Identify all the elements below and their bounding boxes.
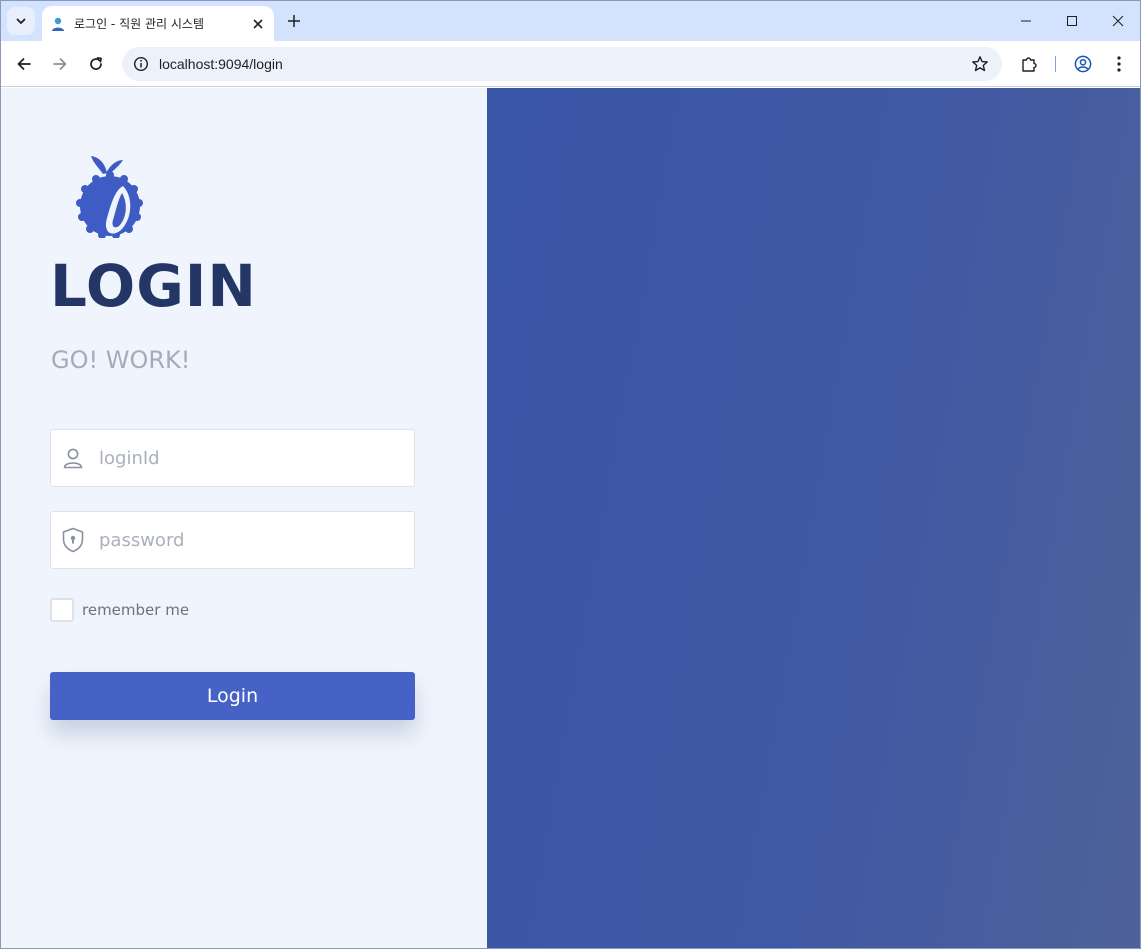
info-icon <box>133 56 149 72</box>
login-button[interactable]: Login <box>50 672 415 720</box>
url-text: localhost:9094/login <box>159 56 283 72</box>
toolbar-divider <box>1055 56 1056 72</box>
tab-strip: 로그인 - 직원 관리 시스템 <box>1 1 1140 41</box>
user-icon <box>61 446 85 470</box>
login-id-input[interactable] <box>99 447 399 469</box>
minimize-icon <box>1021 20 1031 22</box>
person-favicon-icon <box>52 17 64 31</box>
forward-button[interactable] <box>46 50 74 78</box>
close-icon <box>1112 15 1124 27</box>
maximize-icon <box>1067 16 1077 26</box>
site-info-button[interactable] <box>130 53 152 75</box>
page-title: LOGIN <box>50 252 257 320</box>
arrow-left-icon <box>17 58 31 70</box>
login-panel: LOGIN GO! WORK! remember me Login <box>1 88 487 948</box>
tab-title: 로그인 - 직원 관리 시스템 <box>74 17 204 31</box>
account-circle-icon <box>1074 55 1092 73</box>
close-icon <box>253 18 263 29</box>
reload-button[interactable] <box>82 50 110 78</box>
minimize-button[interactable] <box>1003 1 1049 41</box>
remember-me-label: remember me <box>82 601 190 619</box>
window-close-button[interactable] <box>1095 1 1140 41</box>
puzzle-icon <box>1022 57 1037 72</box>
plus-icon <box>288 15 300 27</box>
remember-me-checkbox[interactable] <box>50 598 74 622</box>
bookmark-button[interactable] <box>968 52 992 76</box>
remember-me[interactable]: remember me <box>50 598 189 622</box>
reload-icon <box>90 57 102 70</box>
arrow-right-icon <box>53 58 67 70</box>
browser-menu-button[interactable] <box>1105 50 1133 78</box>
extensions-button[interactable] <box>1015 50 1043 78</box>
chevron-down-icon <box>16 18 26 24</box>
login-page: LOGIN GO! WORK! remember me Login <box>1 88 1140 948</box>
login-id-field[interactable] <box>50 429 415 487</box>
more-vertical-icon <box>1117 56 1121 72</box>
shield-lock-icon <box>61 527 85 553</box>
tab-close-button[interactable] <box>248 14 268 34</box>
profile-button[interactable] <box>1069 50 1097 78</box>
blueberry-logo-icon <box>76 156 143 238</box>
browser-toolbar: localhost:9094/login <box>1 41 1140 87</box>
page-subtitle: GO! WORK! <box>51 346 191 374</box>
active-tab[interactable]: 로그인 - 직원 관리 시스템 <box>42 6 274 41</box>
address-bar[interactable]: localhost:9094/login <box>122 47 1002 81</box>
password-input[interactable] <box>99 529 399 551</box>
browser-window: 로그인 - 직원 관리 시스템 localhost:9094/login LOG… <box>0 0 1141 949</box>
tab-search-button[interactable] <box>7 7 35 35</box>
maximize-button[interactable] <box>1049 1 1095 41</box>
password-field[interactable] <box>50 511 415 569</box>
new-tab-button[interactable] <box>283 10 305 32</box>
hero-background-panel <box>487 88 1140 948</box>
star-icon <box>972 56 988 72</box>
back-button[interactable] <box>10 50 38 78</box>
